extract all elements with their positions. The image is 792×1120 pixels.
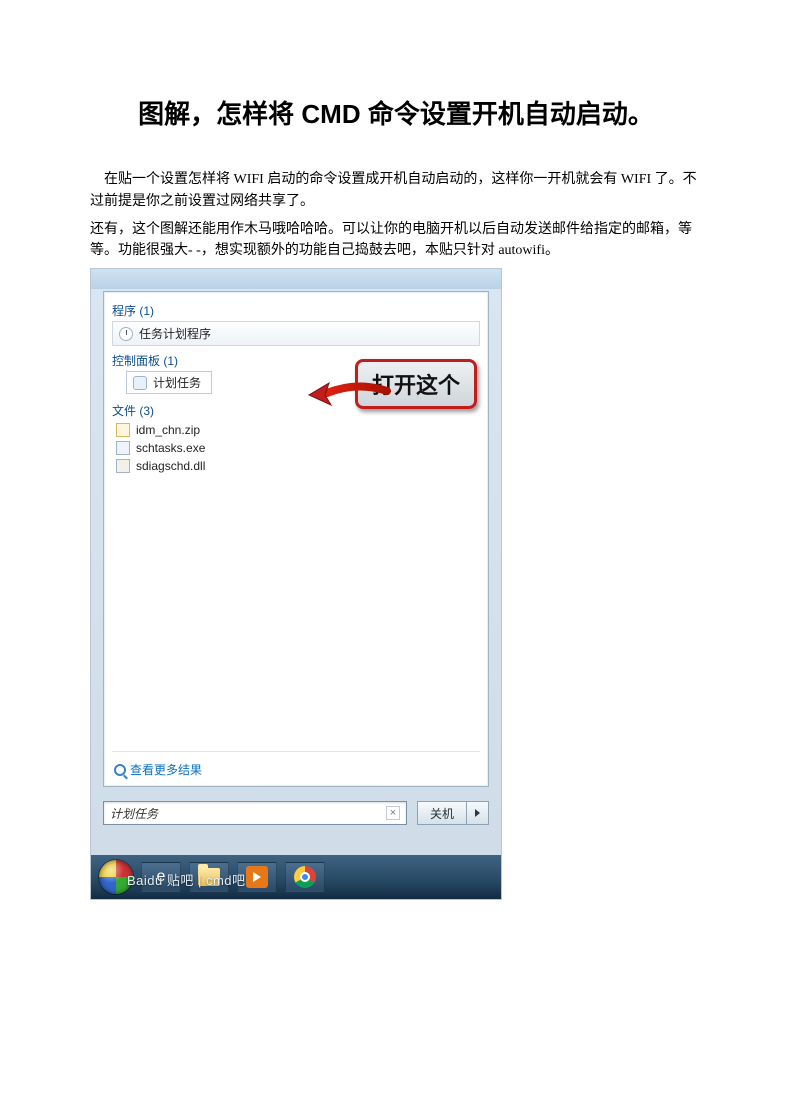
see-more-results[interactable]: 查看更多结果 (114, 761, 202, 778)
search-row: 计划任务 × 关机 (103, 799, 489, 827)
divider (112, 751, 480, 752)
file-item[interactable]: sdiagschd.dll (112, 457, 480, 475)
see-more-label: 查看更多结果 (130, 761, 202, 778)
taskbar: e Baidu 贴吧 | cmd吧 (91, 855, 501, 899)
file-name: sdiagschd.dll (136, 459, 205, 473)
file-name: schtasks.exe (136, 441, 205, 455)
file-item[interactable]: schtasks.exe (112, 439, 480, 457)
paragraph-2: 还有，这个图解还能用作木马哦哈哈哈。可以让你的电脑开机以后自动发送邮件给指定的邮… (90, 219, 702, 262)
group-programs-header: 程序 (1) (112, 302, 480, 319)
dll-icon (116, 459, 130, 473)
file-name: idm_chn.zip (136, 423, 200, 437)
window-titlebar-strip (91, 269, 501, 289)
file-item[interactable]: idm_chn.zip (112, 421, 480, 439)
zip-icon (116, 423, 130, 437)
search-input[interactable]: 计划任务 × (103, 801, 407, 825)
program-task-scheduler[interactable]: 任务计划程序 (112, 321, 480, 346)
exe-icon (116, 441, 130, 455)
page-title: 图解，怎样将 CMD 命令设置开机自动启动。 (90, 90, 702, 139)
taskbar-chrome[interactable] (285, 862, 325, 892)
gear-icon (133, 376, 147, 390)
clear-search-button[interactable]: × (386, 806, 400, 820)
clock-icon (119, 327, 133, 341)
search-value: 计划任务 (110, 805, 158, 822)
watermark-text: Baidu 贴吧 | cmd吧 (127, 870, 246, 889)
shutdown-split-button[interactable]: 关机 (417, 801, 489, 825)
search-icon (114, 764, 126, 776)
play-icon (246, 866, 268, 888)
screenshot-start-menu: 程序 (1) 任务计划程序 控制面板 (1) 计划任务 文件 (3) idm_c… (90, 268, 502, 900)
annotation-callout: 打开这个 (355, 359, 477, 409)
program-label: 任务计划程序 (139, 325, 211, 342)
chevron-right-icon (475, 809, 480, 817)
shutdown-options-button[interactable] (467, 801, 489, 825)
shutdown-button[interactable]: 关机 (417, 801, 467, 825)
control-scheduled-tasks[interactable]: 计划任务 (126, 371, 212, 394)
chrome-icon (294, 866, 316, 888)
paragraph-1: 在贴一个设置怎样将 WIFI 启动的命令设置成开机自动启动的，这样你一开机就会有… (90, 169, 702, 212)
control-item-label: 计划任务 (153, 374, 201, 391)
